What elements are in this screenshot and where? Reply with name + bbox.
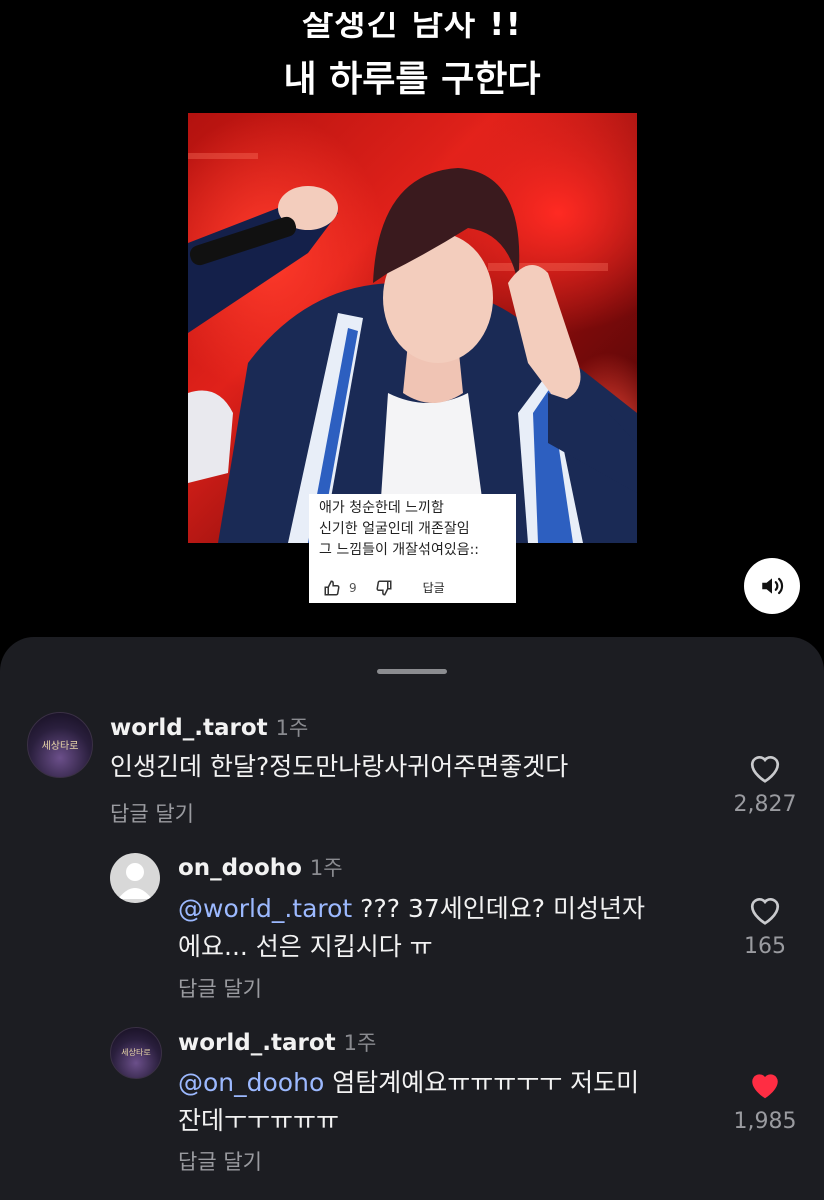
thumbs-up-icon <box>324 580 340 596</box>
mention-link[interactable]: @on_dooho <box>178 1068 324 1097</box>
heart-filled-icon <box>752 1074 778 1099</box>
embedded-comment-line: 그 느낌들이 개잘섞여있음:: <box>319 542 480 558</box>
video-player[interactable]: 잘생긴 남사 !! 내 하루를 구한다 애가 청순한데 느끼함 신기한 얼굴인데… <box>0 0 824 640</box>
embedded-comment-line: 애가 청순한데 느끼함 <box>319 500 444 516</box>
comment-time: 1주 <box>275 716 309 740</box>
comment-text-line: ??? 37세인데요? 미성년자 <box>352 894 645 923</box>
heart-outline-icon <box>750 755 780 783</box>
avatar[interactable]: 세상타로 <box>27 712 93 778</box>
reply-button[interactable]: 답글 달기 <box>178 1146 262 1176</box>
video-frame-image <box>188 113 637 543</box>
avatar-logo-text: 세상타로 <box>121 1048 151 1057</box>
comment-text-line: 염탐계예요ㅠㅠㅠㅜㅜ 저도미 <box>324 1068 640 1097</box>
comment-time: 1주 <box>309 856 343 880</box>
embedded-comment-card: 애가 청순한데 느끼함 신기한 얼굴인데 개존잘임 그 느낌들이 개잘섞여있음:… <box>309 494 516 603</box>
video-caption-line1: 잘생긴 남사 !! <box>301 4 523 44</box>
sheet-drag-handle[interactable] <box>377 669 447 674</box>
username-text[interactable]: on_dooho <box>178 855 302 881</box>
thumbs-down-icon <box>376 580 392 596</box>
comment-text-line: 잔데ㅜㅜㅠㅠㅠ <box>178 1106 340 1135</box>
embedded-reply-label: 답글 <box>422 580 445 595</box>
embedded-comment-line: 신기한 얼굴인데 개존잘임 <box>319 521 470 537</box>
reply-button[interactable]: 답글 달기 <box>178 973 262 1003</box>
like-button[interactable]: 2,827 <box>730 750 800 817</box>
heart-outline-icon <box>750 897 780 925</box>
reply-button[interactable]: 답글 달기 <box>110 798 194 828</box>
avatar-logo-text: 세상타로 <box>41 741 79 753</box>
mention-link[interactable]: @world_.tarot <box>178 894 352 923</box>
avatar[interactable] <box>110 853 160 903</box>
video-caption-line2: 내 하루를 구한다 <box>283 59 541 100</box>
sound-toggle-button[interactable] <box>744 558 800 614</box>
comment-username[interactable]: world_.tarot 1주 <box>110 712 308 742</box>
like-count: 1,985 <box>733 1109 797 1134</box>
username-text[interactable]: world_.tarot <box>178 1030 336 1056</box>
like-button[interactable]: 1,985 <box>730 1067 800 1134</box>
comment-username[interactable]: on_dooho 1주 <box>178 852 343 882</box>
comment-text: @on_dooho 염탐계예요ㅠㅠㅠㅜㅜ 저도미 잔데ㅜㅜㅠㅠㅠ <box>178 1064 639 1140</box>
comment-time: 1주 <box>343 1031 377 1055</box>
speaker-icon <box>762 577 784 595</box>
username-text[interactable]: world_.tarot <box>110 715 268 741</box>
default-avatar-icon <box>118 863 152 899</box>
comment-text: 인생긴데 한달?정도만나랑사귀어주면좋겟다 <box>110 752 569 781</box>
embedded-like-count: 9 <box>349 580 357 595</box>
comments-sheet: 세상타로 world_.tarot 1주 인생긴데 한달?정도만나랑사귀어주면좋겟… <box>0 637 824 1200</box>
comment-username[interactable]: world_.tarot 1주 <box>178 1027 376 1057</box>
comment-text-line: 에요... 선은 지킵시다 ㅠ <box>178 932 433 961</box>
avatar[interactable]: 세상타로 <box>110 1027 162 1079</box>
like-count: 2,827 <box>733 792 797 817</box>
like-button[interactable]: 165 <box>730 892 800 959</box>
like-count: 165 <box>744 934 786 959</box>
comment-text: @world_.tarot ??? 37세인데요? 미성년자 에요... 선은 … <box>178 890 645 966</box>
